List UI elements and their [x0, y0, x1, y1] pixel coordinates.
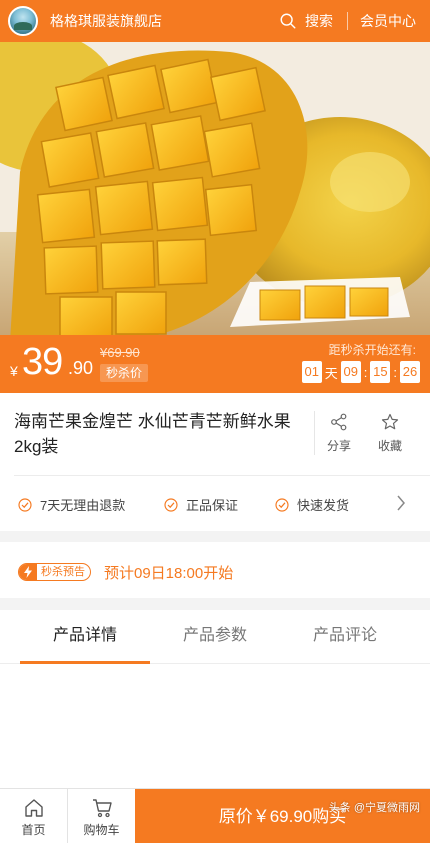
guarantee-label: 7天无理由退款 [40, 498, 126, 513]
watermark: 头条 @宁夏微雨网 [328, 802, 420, 814]
home-icon [24, 799, 43, 817]
countdown-sep: : [363, 364, 368, 380]
countdown-days: 01 [301, 361, 322, 383]
share-button[interactable]: 分享 [314, 413, 364, 454]
header-divider [347, 12, 348, 30]
tab-product-params[interactable]: 产品参数 [150, 610, 280, 664]
buy-label: 原价￥69.90购买 [218, 807, 347, 826]
lightning-icon [19, 564, 37, 580]
guarantee-label: 正品保证 [186, 498, 239, 513]
star-icon [381, 413, 399, 430]
check-circle-icon [164, 497, 178, 512]
seckill-price-tag: 秒杀价 [100, 364, 149, 382]
tab-product-details[interactable]: 产品详情 [20, 610, 150, 664]
countdown-timer: 01 天 09 : 15 : 26 [301, 361, 420, 383]
tab-product-reviews[interactable]: 产品评论 [280, 610, 410, 664]
top-header: 格格琪服装旗舰店 搜索 会员中心 [0, 0, 430, 42]
bottom-action-bar: 首页 购物车 原价￥69.90购买 头条 @宁夏微雨网 [0, 788, 430, 843]
check-circle-icon [275, 497, 289, 512]
seckill-price-bar: ¥ 39 .90 ¥69.90 秒杀价 距秒杀开始还有: 01 天 09 : 1… [0, 335, 430, 393]
search-icon[interactable] [279, 12, 297, 30]
share-label: 分享 [326, 439, 351, 453]
product-tabs: 产品详情 产品参数 产品评论 [0, 610, 430, 664]
service-guarantees[interactable]: 7天无理由退款 正品保证 快速发货 [0, 476, 430, 531]
home-label: 首页 [21, 823, 46, 837]
guarantee-fast-shipping: 快速发货 [275, 495, 349, 514]
shop-avatar[interactable] [8, 6, 38, 36]
cart-button[interactable]: 购物车 [68, 789, 135, 843]
seckill-preview: 秒杀预告 预计09日18:00开始 [0, 542, 430, 598]
header-actions: 搜索 会员中心 [279, 0, 430, 42]
section-gap [0, 531, 430, 542]
check-circle-icon [18, 497, 32, 512]
product-title-area: 海南芒果金煌芒 水仙芒青芒新鲜水果 2kg装 分享 收藏 [0, 393, 430, 475]
countdown-label: 距秒杀开始还有: [328, 343, 416, 357]
search-button[interactable]: 搜索 [305, 11, 333, 31]
product-title: 海南芒果金煌芒 水仙芒青芒新鲜水果 2kg装 [14, 412, 291, 456]
cart-label: 购物车 [83, 823, 120, 837]
price-decimal: .90 [68, 358, 94, 378]
buy-original-price-button[interactable]: 原价￥69.90购买 头条 @宁夏微雨网 [135, 789, 430, 843]
original-price: ¥69.90 [100, 345, 140, 360]
countdown-sep: : [393, 364, 397, 380]
mango-photo [0, 42, 430, 335]
product-image[interactable] [0, 42, 430, 335]
seckill-preview-badge: 秒杀预告 [18, 563, 91, 581]
tab-content [0, 665, 430, 788]
favorite-button[interactable]: 收藏 [365, 413, 415, 454]
currency-symbol: ¥ [10, 363, 18, 379]
member-center-link[interactable]: 会员中心 [360, 11, 416, 31]
guarantee-refund: 7天无理由退款 [18, 495, 125, 514]
preview-badge-text: 秒杀预告 [41, 566, 85, 578]
active-tab-indicator [20, 661, 150, 664]
countdown-hours: 09 [340, 361, 361, 383]
share-icon [331, 413, 347, 431]
guarantee-label: 快速发货 [297, 498, 350, 513]
chevron-right-icon[interactable] [396, 494, 406, 512]
section-gap [0, 598, 430, 610]
home-button[interactable]: 首页 [0, 789, 68, 843]
countdown-day-unit: 天 [324, 365, 338, 381]
shop-name[interactable]: 格格琪服装旗舰店 [50, 11, 162, 31]
countdown-seconds: 26 [400, 361, 420, 383]
preview-start-time: 预计09日18:00开始 [104, 565, 234, 582]
favorite-label: 收藏 [377, 439, 402, 453]
price-integer: 39 [22, 341, 63, 383]
guarantee-genuine: 正品保证 [164, 495, 238, 514]
cart-icon [92, 799, 112, 818]
countdown-minutes: 15 [370, 361, 391, 383]
